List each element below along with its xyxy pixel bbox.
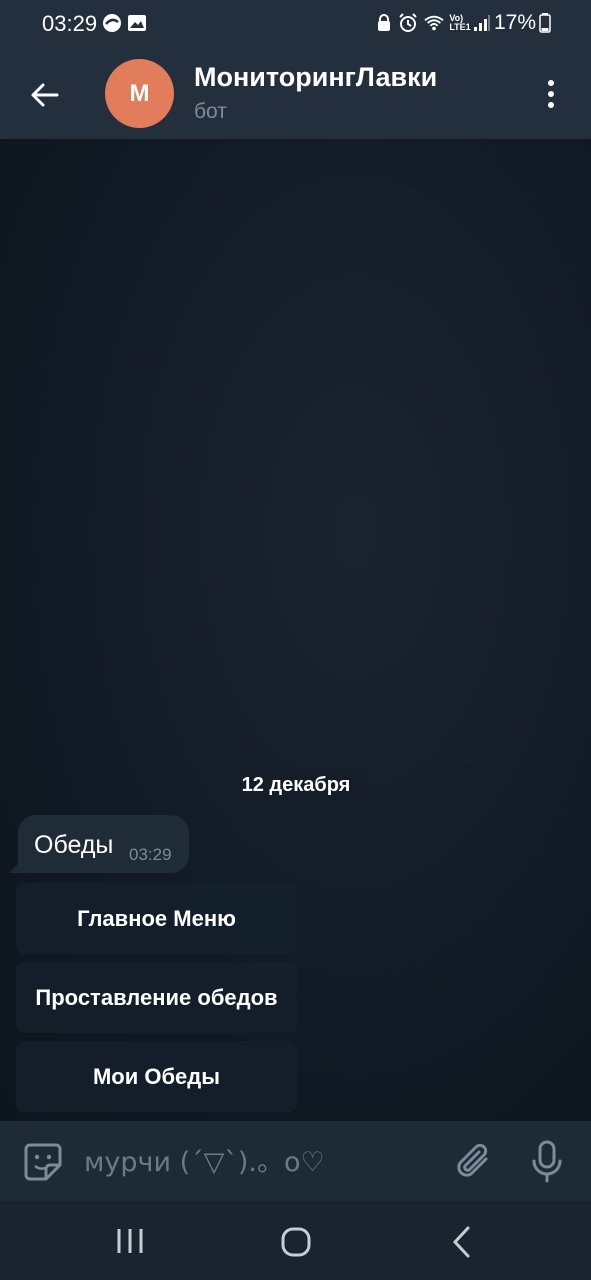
chat-subtitle: бот bbox=[194, 100, 227, 123]
keyboard-button-my-lunches[interactable]: Мои Обеды bbox=[16, 1041, 297, 1112]
recent-apps-button[interactable] bbox=[113, 1227, 147, 1255]
battery-indicator: 17% bbox=[494, 11, 551, 35]
home-button[interactable] bbox=[280, 1226, 312, 1258]
app-screen: 03:29 Vo) LTE1 17% M МониторингЛавки бот… bbox=[0, 0, 591, 1280]
dot bbox=[548, 102, 554, 108]
recent-apps-icon bbox=[117, 1229, 143, 1253]
notification-app-icon bbox=[102, 12, 122, 34]
volte-lte-icon: Vo) LTE1 bbox=[449, 13, 471, 32]
message-input[interactable] bbox=[82, 1141, 426, 1183]
paperclip-icon bbox=[457, 1143, 488, 1177]
message-text: Обеды bbox=[34, 831, 114, 859]
battery-percent: 17% bbox=[493, 11, 536, 34]
wifi-icon bbox=[424, 12, 444, 34]
lock-icon bbox=[374, 12, 394, 34]
signal-icon bbox=[472, 12, 492, 34]
date-separator: 12 декабря bbox=[222, 767, 370, 804]
sticker-icon bbox=[24, 1143, 62, 1181]
alarm-icon bbox=[398, 12, 418, 34]
message-bubble[interactable]: Обеды 03:29 bbox=[18, 815, 189, 873]
system-navigation-bar bbox=[0, 1201, 591, 1280]
status-bar: 03:29 Vo) LTE1 17% bbox=[0, 0, 591, 48]
voice-message-button[interactable] bbox=[528, 1139, 566, 1185]
chat-header: M МониторингЛавки бот bbox=[0, 48, 591, 139]
chat-title[interactable]: МониторингЛавки bbox=[194, 62, 437, 93]
back-button[interactable] bbox=[22, 72, 68, 118]
attach-button[interactable] bbox=[452, 1139, 494, 1185]
system-back-button[interactable] bbox=[448, 1225, 474, 1259]
dot bbox=[548, 80, 554, 86]
more-options-button[interactable] bbox=[537, 76, 565, 114]
avatar[interactable]: M bbox=[105, 59, 174, 128]
dot bbox=[548, 91, 554, 97]
gallery-icon bbox=[127, 12, 147, 34]
keyboard-button-set-lunches[interactable]: Проставление обедов bbox=[16, 962, 297, 1033]
keyboard-button-main-menu[interactable]: Главное Меню bbox=[16, 883, 297, 954]
chevron-left-icon bbox=[452, 1226, 470, 1258]
sticker-emoji-button[interactable] bbox=[22, 1141, 64, 1183]
message-time: 03:29 bbox=[129, 845, 172, 864]
arrow-left-icon bbox=[31, 83, 59, 107]
home-icon bbox=[281, 1227, 311, 1257]
battery-icon bbox=[539, 13, 551, 33]
message-input-bar bbox=[0, 1121, 591, 1201]
status-time: 03:29 bbox=[42, 11, 98, 36]
microphone-icon bbox=[532, 1140, 562, 1183]
